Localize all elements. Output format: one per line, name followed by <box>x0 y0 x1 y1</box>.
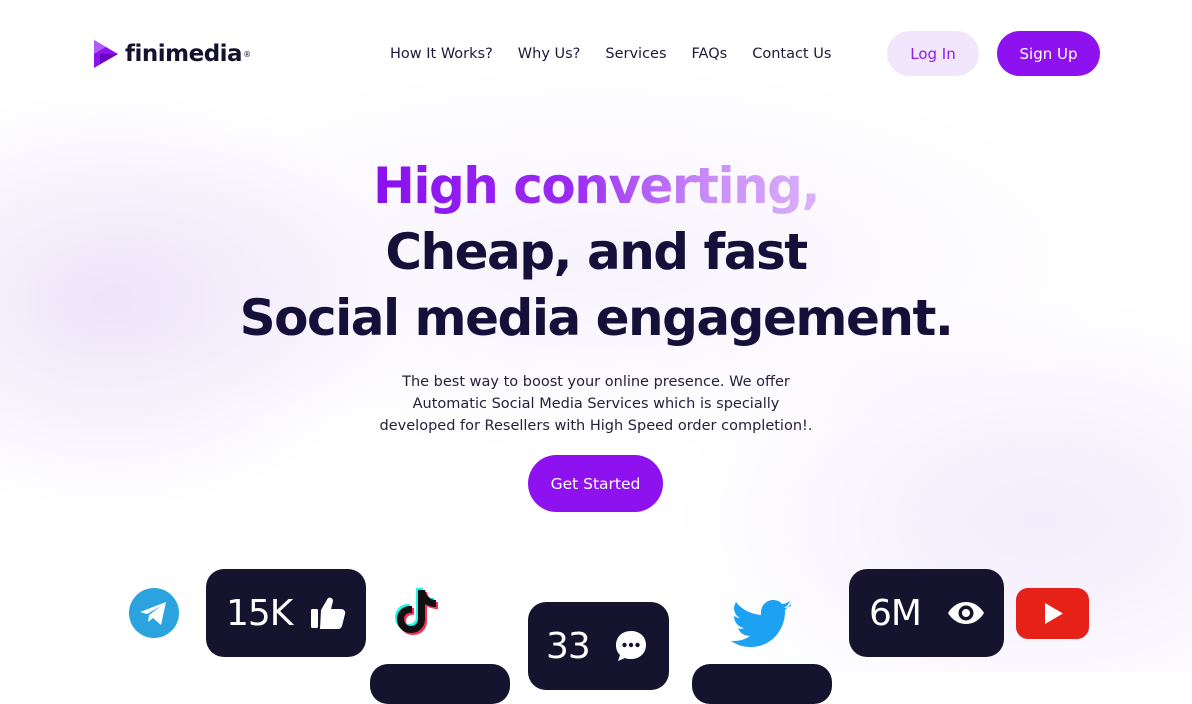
twitter-icon <box>731 600 791 647</box>
site-header: finimedia ® How It Works? Why Us? Servic… <box>0 0 1192 108</box>
comments-stat-card: 33 <box>528 602 669 690</box>
partial-stat-card <box>692 664 832 704</box>
hero-headline-line1: High converting, <box>373 157 820 215</box>
get-started-button[interactable]: Get Started <box>528 455 663 512</box>
hero-subtitle-line: Automatic Social Media Services which is… <box>412 396 780 412</box>
youtube-icon <box>1016 588 1089 639</box>
hero-subtitle-line: developed for Resellers with High Speed … <box>379 418 813 434</box>
nav-why-us[interactable]: Why Us? <box>518 44 581 64</box>
login-button[interactable]: Log In <box>887 31 979 76</box>
views-count: 6M <box>869 592 922 634</box>
comment-icon <box>616 631 646 661</box>
comments-count: 33 <box>546 626 591 667</box>
thumbs-up-icon <box>311 597 346 629</box>
logo-mark-icon <box>94 40 118 68</box>
logo[interactable]: finimedia ® <box>92 38 251 70</box>
views-stat-card: 6M <box>849 569 1004 657</box>
telegram-icon <box>129 588 179 638</box>
hero-headline-line3: Social media engagement. <box>239 289 954 347</box>
eye-icon <box>948 602 984 624</box>
nav-contact-us[interactable]: Contact Us <box>752 44 831 64</box>
nav-faqs[interactable]: FAQs <box>692 44 728 64</box>
partial-stat-card <box>370 664 510 704</box>
hero-subtitle: The best way to boost your online presen… <box>370 371 822 437</box>
nav-how-it-works[interactable]: How It Works? <box>390 44 493 64</box>
tiktok-icon <box>395 588 438 635</box>
logo-registered-mark: ® <box>243 49 252 59</box>
hero-headline-line2: Cheap, and fast <box>385 223 808 281</box>
logo-text: finimedia <box>125 41 243 67</box>
nav-services[interactable]: Services <box>605 44 666 64</box>
likes-stat-card: 15K <box>206 569 366 657</box>
hero-subtitle-line: The best way to boost your online presen… <box>402 374 790 390</box>
main-nav: How It Works? Why Us? Services FAQs Cont… <box>390 44 856 64</box>
likes-count: 15K <box>226 592 293 634</box>
signup-button[interactable]: Sign Up <box>997 31 1100 76</box>
